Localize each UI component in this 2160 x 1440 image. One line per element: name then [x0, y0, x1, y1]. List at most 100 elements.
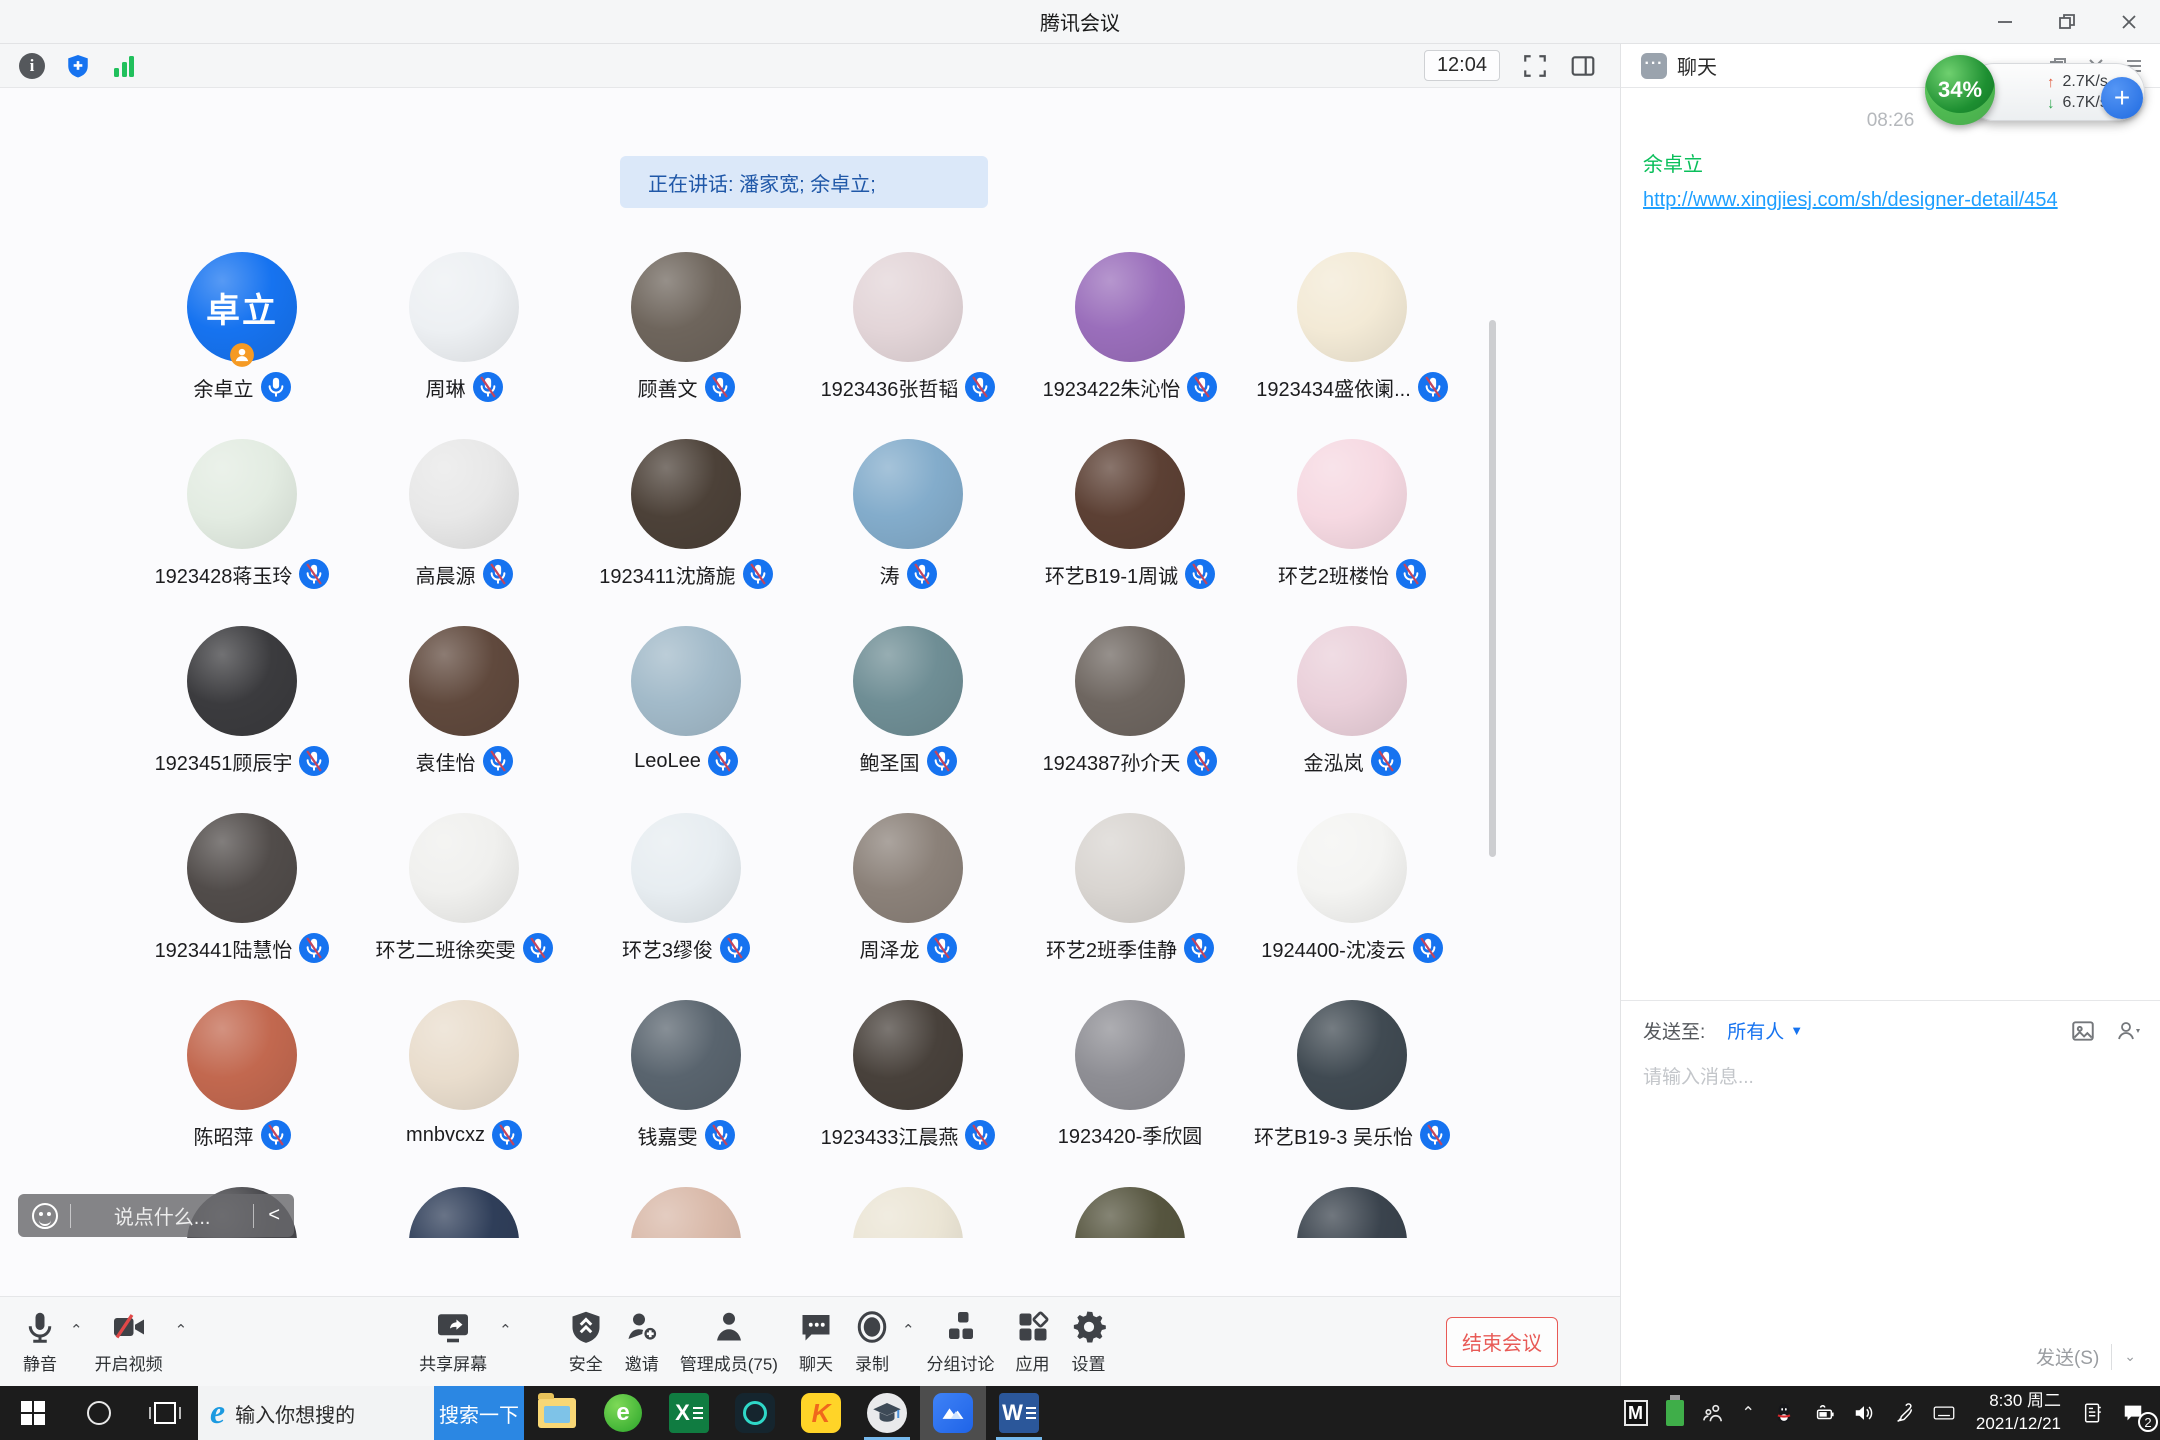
collapse-arrow-icon[interactable]: < — [254, 1204, 294, 1227]
participant-tile[interactable]: 1924387孙介天 — [1019, 626, 1241, 813]
participant-tile[interactable]: 鲍圣国 — [797, 626, 1019, 813]
participant-tile[interactable]: 1923422朱沁怡 — [1019, 252, 1241, 439]
file-explorer-button[interactable] — [524, 1386, 590, 1440]
end-meeting-button[interactable]: 结束会议 — [1446, 1317, 1558, 1367]
start-button[interactable] — [0, 1386, 66, 1440]
apps-button[interactable]: 应用 — [1005, 1300, 1061, 1384]
message-link[interactable]: http://www.xingjiesj.com/sh/designer-det… — [1643, 189, 2160, 212]
pen-tray-button[interactable] — [1884, 1386, 1924, 1440]
participant-tile[interactable]: 1923441陆慧怡 — [131, 813, 353, 1000]
manage-members-button[interactable]: 管理成员(75) — [670, 1300, 788, 1384]
mute-button[interactable]: 静音 — [12, 1300, 68, 1384]
fullscreen-icon[interactable] — [1522, 53, 1548, 79]
participant-tile[interactable]: 周琳 — [353, 252, 575, 439]
layout-toggle-icon[interactable] — [1570, 53, 1596, 79]
notes-tray-button[interactable] — [2073, 1386, 2113, 1440]
participant-tile[interactable] — [797, 1187, 1019, 1238]
participant-tile[interactable]: 环艺B19-1周诚 — [1019, 439, 1241, 626]
send-options-chevron[interactable]: ⌄ — [2124, 1348, 2136, 1365]
share-screen-button[interactable]: 共享屏幕 — [409, 1300, 497, 1384]
participant-tile[interactable] — [575, 1187, 797, 1238]
participant-tile[interactable]: 环艺B19-3 吴乐怡 — [1241, 1000, 1463, 1187]
participant-tile[interactable]: 1923411沈旖旎 — [575, 439, 797, 626]
participant-tile[interactable]: 1923433江晨燕 — [797, 1000, 1019, 1187]
task-view-button[interactable] — [132, 1386, 198, 1440]
participant-tile[interactable]: 1923420-季欣圆 — [1019, 1000, 1241, 1187]
participant-tile[interactable]: 环艺3缪俊 — [575, 813, 797, 1000]
share-options-chevron[interactable]: ⌃ — [497, 1321, 514, 1339]
participant-tile[interactable] — [353, 1187, 575, 1238]
participant-tile[interactable] — [1241, 1187, 1463, 1238]
word-button[interactable]: W — [986, 1386, 1052, 1440]
taskbar-clock[interactable]: 8:30 周二 2021/12/21 — [1964, 1390, 2073, 1436]
record-options-chevron[interactable]: ⌃ — [900, 1321, 917, 1339]
browser-360-button[interactable]: e — [590, 1386, 656, 1440]
education-app-button[interactable] — [854, 1386, 920, 1440]
participant-tile[interactable]: 1923436张哲韬 — [797, 252, 1019, 439]
participant-tile[interactable]: mnbvcxz — [353, 1000, 575, 1187]
participant-tile[interactable]: 环艺2班季佳静 — [1019, 813, 1241, 1000]
qq-tray-button[interactable] — [1764, 1386, 1804, 1440]
grid-scrollbar[interactable] — [1489, 320, 1496, 857]
participant-tile[interactable]: 涛 — [797, 439, 1019, 626]
minimize-button[interactable] — [1974, 0, 2036, 44]
send-button[interactable]: 发送(S) — [2036, 1343, 2099, 1370]
restore-button[interactable] — [2036, 0, 2098, 44]
people-tray-button[interactable] — [1693, 1386, 1733, 1440]
network-signal-icon[interactable] — [108, 50, 140, 82]
participant-tile[interactable]: LeoLee — [575, 626, 797, 813]
participant-tile[interactable]: 金泓岚 — [1241, 626, 1463, 813]
keyboard-tray-button[interactable] — [1924, 1386, 1964, 1440]
start-video-button[interactable]: 开启视频 — [85, 1300, 173, 1384]
participant-tile[interactable]: 周泽龙 — [797, 813, 1019, 1000]
breakout-rooms-button[interactable]: 分组讨论 — [917, 1300, 1005, 1384]
participant-tile[interactable]: 环艺二班徐奕雯 — [353, 813, 575, 1000]
meeting-info-icon[interactable]: i — [16, 50, 48, 82]
participant-tile[interactable]: 卓立 余卓立 — [131, 252, 353, 439]
network-speed-widget[interactable]: ↑2.7K/s ↓6.7K/s + 34% — [1925, 55, 2147, 129]
participant-tile[interactable]: 1923434盛依阑... — [1241, 252, 1463, 439]
quick-caption-bar[interactable]: 说点什么... < — [18, 1194, 294, 1237]
participant-tile[interactable]: 1923428蒋玉玲 — [131, 439, 353, 626]
taskbar-search[interactable]: e 输入你想搜的 搜索一下 — [198, 1386, 524, 1440]
volume-tray-button[interactable] — [1844, 1386, 1884, 1440]
security-button[interactable]: 安全 — [558, 1300, 614, 1384]
record-button[interactable]: 录制 — [844, 1300, 900, 1384]
settings-button[interactable]: 设置 — [1061, 1300, 1117, 1384]
tray-overflow-button[interactable]: ⌃ — [1733, 1386, 1764, 1440]
memory-percent-ball[interactable]: 34% — [1925, 55, 1995, 125]
mute-options-chevron[interactable]: ⌃ — [68, 1321, 85, 1339]
video-options-chevron[interactable]: ⌃ — [173, 1321, 190, 1339]
participant-tile[interactable]: 1924400-沈凌云 — [1241, 813, 1463, 1000]
health-app-button[interactable] — [722, 1386, 788, 1440]
kuaikan-app-button[interactable]: K — [788, 1386, 854, 1440]
emoji-icon[interactable] — [32, 1203, 58, 1229]
accelerate-plus-button[interactable]: + — [2101, 77, 2143, 119]
participant-tile[interactable]: 高晨源 — [353, 439, 575, 626]
chat-button[interactable]: 聊天 — [788, 1300, 844, 1384]
invite-button[interactable]: 邀请 — [614, 1300, 670, 1384]
action-center-button[interactable]: 2 — [2113, 1386, 2160, 1440]
power-tray-button[interactable] — [1804, 1386, 1844, 1440]
usb-device-button[interactable] — [1657, 1386, 1693, 1440]
close-button[interactable] — [2098, 0, 2160, 44]
tray-m-app-button[interactable]: M — [1615, 1386, 1657, 1440]
cortana-button[interactable] — [66, 1386, 132, 1440]
send-to-caret-icon[interactable]: ▼ — [1790, 1023, 1803, 1038]
participant-tile[interactable]: 顾善文 — [575, 252, 797, 439]
participant-tile[interactable] — [1019, 1187, 1241, 1238]
member-message-icon[interactable] — [2116, 1018, 2142, 1044]
tencent-meeting-app-button[interactable] — [920, 1386, 986, 1440]
send-to-dropdown[interactable]: 所有人 — [1727, 1017, 1784, 1044]
participant-tile[interactable]: 袁佳怡 — [353, 626, 575, 813]
search-placeholder[interactable]: 输入你想搜的 — [235, 1399, 434, 1428]
participant-tile[interactable]: 环艺2班楼怡 — [1241, 439, 1463, 626]
message-input[interactable]: 请输入消息... — [1621, 1044, 2160, 1089]
participant-tile[interactable]: 陈昭萍 — [131, 1000, 353, 1187]
image-attach-icon[interactable] — [2070, 1018, 2096, 1044]
participant-tile[interactable]: 钱嘉雯 — [575, 1000, 797, 1187]
security-shield-icon[interactable] — [62, 50, 94, 82]
excel-button[interactable]: X — [656, 1386, 722, 1440]
participant-tile[interactable]: 1923451顾辰宇 — [131, 626, 353, 813]
caption-placeholder[interactable]: 说点什么... — [71, 1201, 253, 1230]
